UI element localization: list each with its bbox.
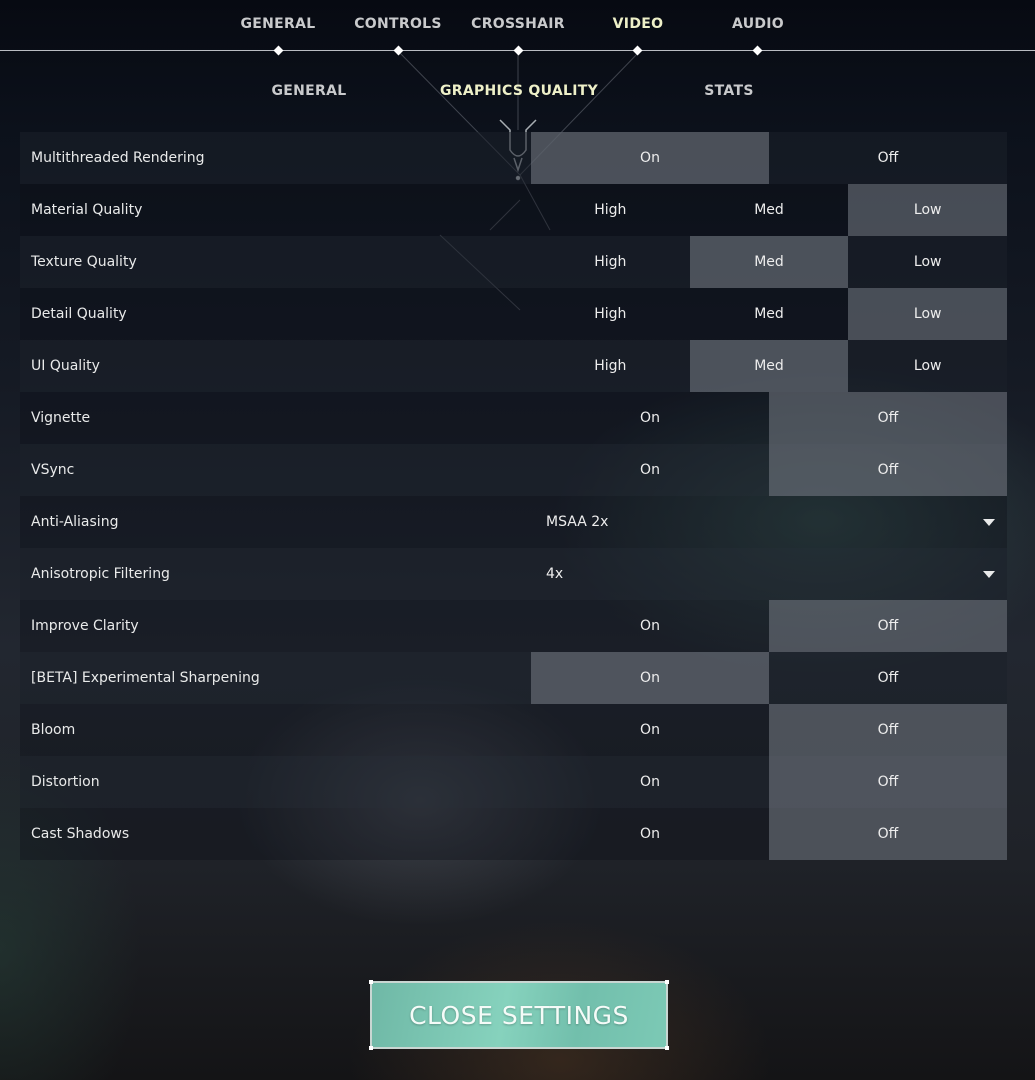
option-on[interactable]: On <box>531 808 769 860</box>
option-high[interactable]: High <box>531 236 690 288</box>
option-low[interactable]: Low <box>848 236 1007 288</box>
anisotropic-filtering-dropdown[interactable]: 4x <box>531 548 1007 600</box>
setting-row-anti-aliasing: Anti-Aliasing MSAA 2x <box>20 496 1007 548</box>
setting-label: Bloom <box>31 722 76 738</box>
option-on[interactable]: On <box>531 392 769 444</box>
option-med[interactable]: Med <box>689 340 849 392</box>
setting-options: High Med Low <box>531 184 1008 236</box>
setting-label: Improve Clarity <box>31 618 139 634</box>
setting-label: Vignette <box>31 410 91 426</box>
setting-row-bloom: Bloom On Off <box>20 704 1007 756</box>
setting-label: UI Quality <box>31 358 100 374</box>
setting-options: On Off <box>531 652 1007 704</box>
option-off[interactable]: Off <box>769 704 1007 756</box>
option-med[interactable]: Med <box>690 288 849 340</box>
setting-row-distortion: Distortion On Off <box>20 756 1007 808</box>
setting-options: High Med Low <box>531 236 1007 288</box>
subtab-graphics-quality[interactable]: GRAPHICS QUALITY <box>429 83 609 99</box>
diamond-icon <box>273 45 284 56</box>
diamond-icon <box>513 45 524 56</box>
setting-row-vsync: VSync On Off <box>20 444 1007 496</box>
setting-row-improve-clarity: Improve Clarity On Off <box>20 600 1007 652</box>
setting-label: Texture Quality <box>31 254 137 270</box>
tab-controls[interactable]: CONTROLS <box>338 16 458 32</box>
caret-down-icon <box>983 518 995 526</box>
tab-general[interactable]: GENERAL <box>218 16 338 32</box>
setting-label: Multithreaded Rendering <box>31 150 205 166</box>
option-on[interactable]: On <box>531 756 769 808</box>
option-on[interactable]: On <box>531 704 769 756</box>
option-on[interactable]: On <box>531 652 769 704</box>
setting-options: On Off <box>531 704 1007 756</box>
setting-row-texture-quality: Texture Quality High Med Low <box>20 236 1007 288</box>
settings-list: Multithreaded Rendering On Off Material Qua… <box>20 132 1008 860</box>
option-off[interactable]: Off <box>769 808 1007 860</box>
caret-down-icon <box>983 570 995 578</box>
setting-row-vignette: Vignette On Off <box>20 392 1007 444</box>
option-low[interactable]: Low <box>848 288 1008 340</box>
setting-label: Anisotropic Filtering <box>31 566 170 582</box>
option-med[interactable]: Med <box>690 184 849 236</box>
option-high[interactable]: High <box>531 184 690 236</box>
subtab-general[interactable]: GENERAL <box>219 83 399 99</box>
setting-label: Detail Quality <box>31 306 127 322</box>
top-nav: GENERAL CONTROLS CROSSHAIR VIDEO AUDIO <box>0 0 1035 56</box>
setting-options: On Off <box>531 756 1007 808</box>
option-off[interactable]: Off <box>769 600 1007 652</box>
setting-options: High Med Low <box>531 288 1008 340</box>
option-on[interactable]: On <box>531 132 769 184</box>
setting-options: On Off <box>531 808 1007 860</box>
diamond-icon <box>752 45 763 56</box>
option-on[interactable]: On <box>531 444 769 496</box>
tab-video[interactable]: VIDEO <box>578 16 698 32</box>
corner-marker <box>369 980 373 984</box>
setting-row-multithreaded-rendering: Multithreaded Rendering On Off <box>20 132 1007 184</box>
close-settings-button[interactable]: CLOSE SETTINGS <box>369 980 669 1050</box>
option-low[interactable]: Low <box>848 184 1008 236</box>
option-off[interactable]: Off <box>769 132 1007 184</box>
anti-aliasing-dropdown[interactable]: MSAA 2x <box>531 496 1007 548</box>
close-settings-label: CLOSE SETTINGS <box>409 1000 629 1030</box>
subtab-stats[interactable]: STATS <box>639 83 819 99</box>
setting-label: VSync <box>31 462 75 478</box>
setting-dropdown: 4x <box>531 548 1007 600</box>
setting-label: Cast Shadows <box>31 826 130 842</box>
setting-label: Distortion <box>31 774 100 790</box>
tab-crosshair[interactable]: CROSSHAIR <box>458 16 578 32</box>
setting-row-anisotropic-filtering: Anisotropic Filtering 4x <box>20 548 1007 600</box>
corner-marker <box>665 1046 669 1050</box>
setting-options: On Off <box>531 392 1007 444</box>
setting-row-beta-experimental-sharpening: [BETA] Experimental Sharpening On Off <box>20 652 1007 704</box>
option-off[interactable]: Off <box>769 756 1007 808</box>
setting-label: Anti-Aliasing <box>31 514 119 530</box>
setting-row-detail-quality: Detail Quality High Med Low <box>20 288 1008 340</box>
option-low[interactable]: Low <box>848 340 1007 392</box>
diamond-icon <box>393 45 404 56</box>
option-med[interactable]: Med <box>689 236 849 288</box>
setting-options: On Off <box>531 600 1007 652</box>
setting-dropdown: MSAA 2x <box>531 496 1007 548</box>
option-off[interactable]: Off <box>769 444 1007 496</box>
setting-options: On Off <box>531 444 1007 496</box>
diamond-icon <box>632 45 643 56</box>
option-high[interactable]: High <box>531 340 690 392</box>
option-on[interactable]: On <box>531 600 769 652</box>
option-high[interactable]: High <box>531 288 690 340</box>
dropdown-value: 4x <box>546 566 564 582</box>
setting-row-material-quality: Material Quality High Med Low <box>20 184 1008 236</box>
setting-label: [BETA] Experimental Sharpening <box>31 670 260 686</box>
setting-options: On Off <box>531 132 1007 184</box>
tab-audio[interactable]: AUDIO <box>698 16 818 32</box>
corner-marker <box>369 1046 373 1050</box>
setting-row-ui-quality: UI Quality High Med Low <box>20 340 1007 392</box>
dropdown-value: MSAA 2x <box>546 514 609 530</box>
setting-label: Material Quality <box>31 202 143 218</box>
option-off[interactable]: Off <box>769 652 1007 704</box>
setting-options: High Med Low <box>531 340 1007 392</box>
corner-marker <box>665 980 669 984</box>
setting-row-cast-shadows: Cast Shadows On Off <box>20 808 1007 860</box>
option-off[interactable]: Off <box>769 392 1007 444</box>
